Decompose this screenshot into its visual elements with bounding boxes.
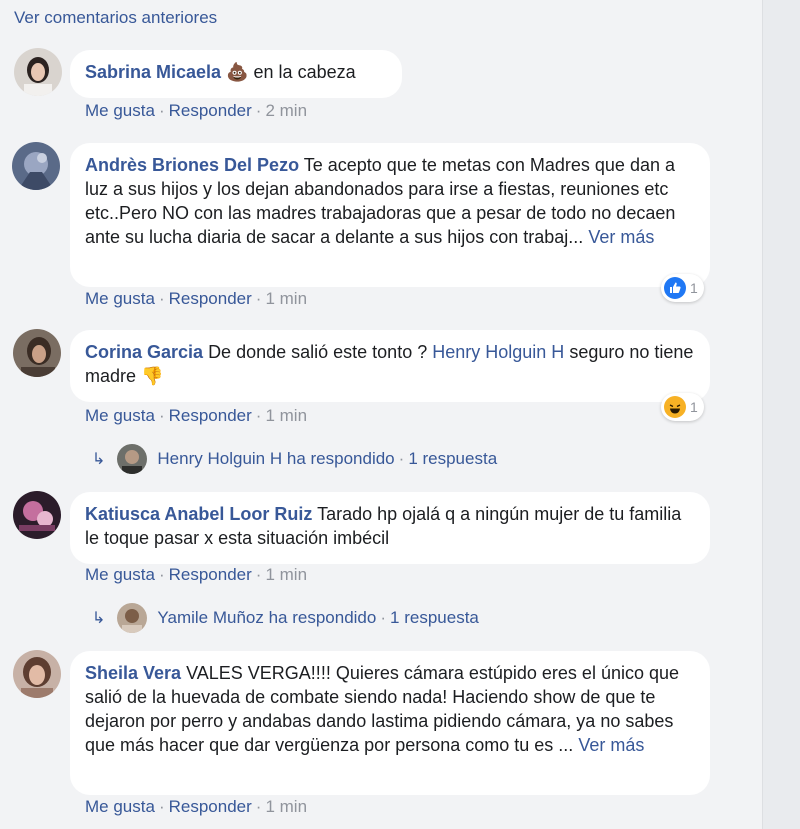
comment-author[interactable]: Sabrina Micaela <box>85 62 221 82</box>
avatar[interactable] <box>13 329 61 377</box>
comment-bubble: Sabrina Micaela 💩 en la cabeza <box>70 50 402 98</box>
like-icon <box>664 277 686 299</box>
reaction-count: 1 <box>690 280 698 296</box>
comment-bubble: Andrès Briones Del Pezo Te acepto que te… <box>70 143 710 287</box>
comment-author[interactable]: Andrès Briones Del Pezo <box>85 155 299 175</box>
separator: · <box>398 449 405 468</box>
replier-name: Yamile Muñoz <box>157 608 264 627</box>
timestamp[interactable]: 1 min <box>265 289 307 308</box>
avatar[interactable] <box>13 491 61 539</box>
avatar <box>117 444 148 474</box>
separator: · <box>380 608 387 627</box>
thumbs-down-emoji-icon: 👎 <box>141 366 164 386</box>
separator: · <box>255 406 262 425</box>
reply-button[interactable]: Responder <box>169 797 252 816</box>
separator: · <box>158 565 165 584</box>
reply-button[interactable]: Responder <box>169 406 252 425</box>
comment-actions: Me gusta · Responder · 2 min <box>85 101 307 121</box>
view-previous-comments-link[interactable]: Ver comentarios anteriores <box>14 8 217 28</box>
comment-bubble: Corina Garcia De donde salió este tonto … <box>70 330 710 402</box>
avatar[interactable] <box>12 142 60 190</box>
timestamp[interactable]: 1 min <box>265 565 307 584</box>
like-button[interactable]: Me gusta <box>85 406 155 425</box>
reply-arrow-icon: ↳ <box>92 451 106 468</box>
user-mention[interactable]: Henry Holguin H <box>432 342 564 362</box>
separator: · <box>158 289 165 308</box>
comments-panel: Ver comentarios anteriores Sabrina Micae… <box>0 0 762 829</box>
avatar <box>117 603 148 633</box>
reply-count: 1 respuesta <box>390 608 479 627</box>
comment-text: De donde salió este tonto ? <box>208 342 428 362</box>
right-sidebar-edge <box>762 0 800 829</box>
comment-author[interactable]: Katiusca Anabel Loor Ruiz <box>85 504 312 524</box>
like-button[interactable]: Me gusta <box>85 797 155 816</box>
avatar[interactable] <box>14 48 62 96</box>
avatar[interactable] <box>13 650 61 698</box>
view-replies-link[interactable]: ↳ Henry Holguin H ha respondido · 1 respue… <box>92 444 497 474</box>
replied-label: ha respondido <box>268 608 377 627</box>
see-more-link[interactable]: Ver más <box>588 227 654 247</box>
see-more-link[interactable]: Ver más <box>578 735 644 755</box>
reaction-count: 1 <box>690 399 698 415</box>
separator: · <box>158 797 165 816</box>
like-button[interactable]: Me gusta <box>85 289 155 308</box>
replier-name: Henry Holguin H <box>157 449 283 468</box>
timestamp[interactable]: 1 min <box>265 797 307 816</box>
separator: · <box>255 797 262 816</box>
comment-author[interactable]: Sheila Vera <box>85 663 181 683</box>
comment-author[interactable]: Corina Garcia <box>85 342 203 362</box>
like-button[interactable]: Me gusta <box>85 101 155 120</box>
separator: · <box>255 101 262 120</box>
separator: · <box>255 289 262 308</box>
comment-bubble: Katiusca Anabel Loor Ruiz Tarado hp ojal… <box>70 492 710 564</box>
comment-actions: Me gusta · Responder · 1 min <box>85 565 307 585</box>
like-button[interactable]: Me gusta <box>85 565 155 584</box>
comment-actions: Me gusta · Responder · 1 min <box>85 289 307 309</box>
separator: · <box>158 406 165 425</box>
reply-count: 1 respuesta <box>408 449 498 468</box>
reply-button[interactable]: Responder <box>169 565 252 584</box>
view-replies-link[interactable]: ↳ Yamile Muñoz ha respondido · 1 respuesta <box>92 603 479 633</box>
separator: · <box>158 101 165 120</box>
poop-emoji-icon: 💩 <box>226 62 249 82</box>
haha-icon <box>664 396 686 418</box>
replied-label: ha respondido <box>286 449 395 468</box>
comment-actions: Me gusta · Responder · 1 min <box>85 797 307 817</box>
timestamp[interactable]: 2 min <box>265 101 307 120</box>
reaction-summary[interactable]: 1 <box>661 274 704 302</box>
comment-bubble: Sheila Vera VALES VERGA!!!! Quieres cáma… <box>70 651 710 795</box>
reaction-summary[interactable]: 1 <box>661 393 704 421</box>
timestamp[interactable]: 1 min <box>265 406 307 425</box>
reply-arrow-icon: ↳ <box>92 610 106 627</box>
separator: · <box>255 565 262 584</box>
comment-text: en la cabeza <box>253 62 356 82</box>
reply-button[interactable]: Responder <box>169 101 252 120</box>
comment-actions: Me gusta · Responder · 1 min <box>85 406 307 426</box>
reply-button[interactable]: Responder <box>169 289 252 308</box>
